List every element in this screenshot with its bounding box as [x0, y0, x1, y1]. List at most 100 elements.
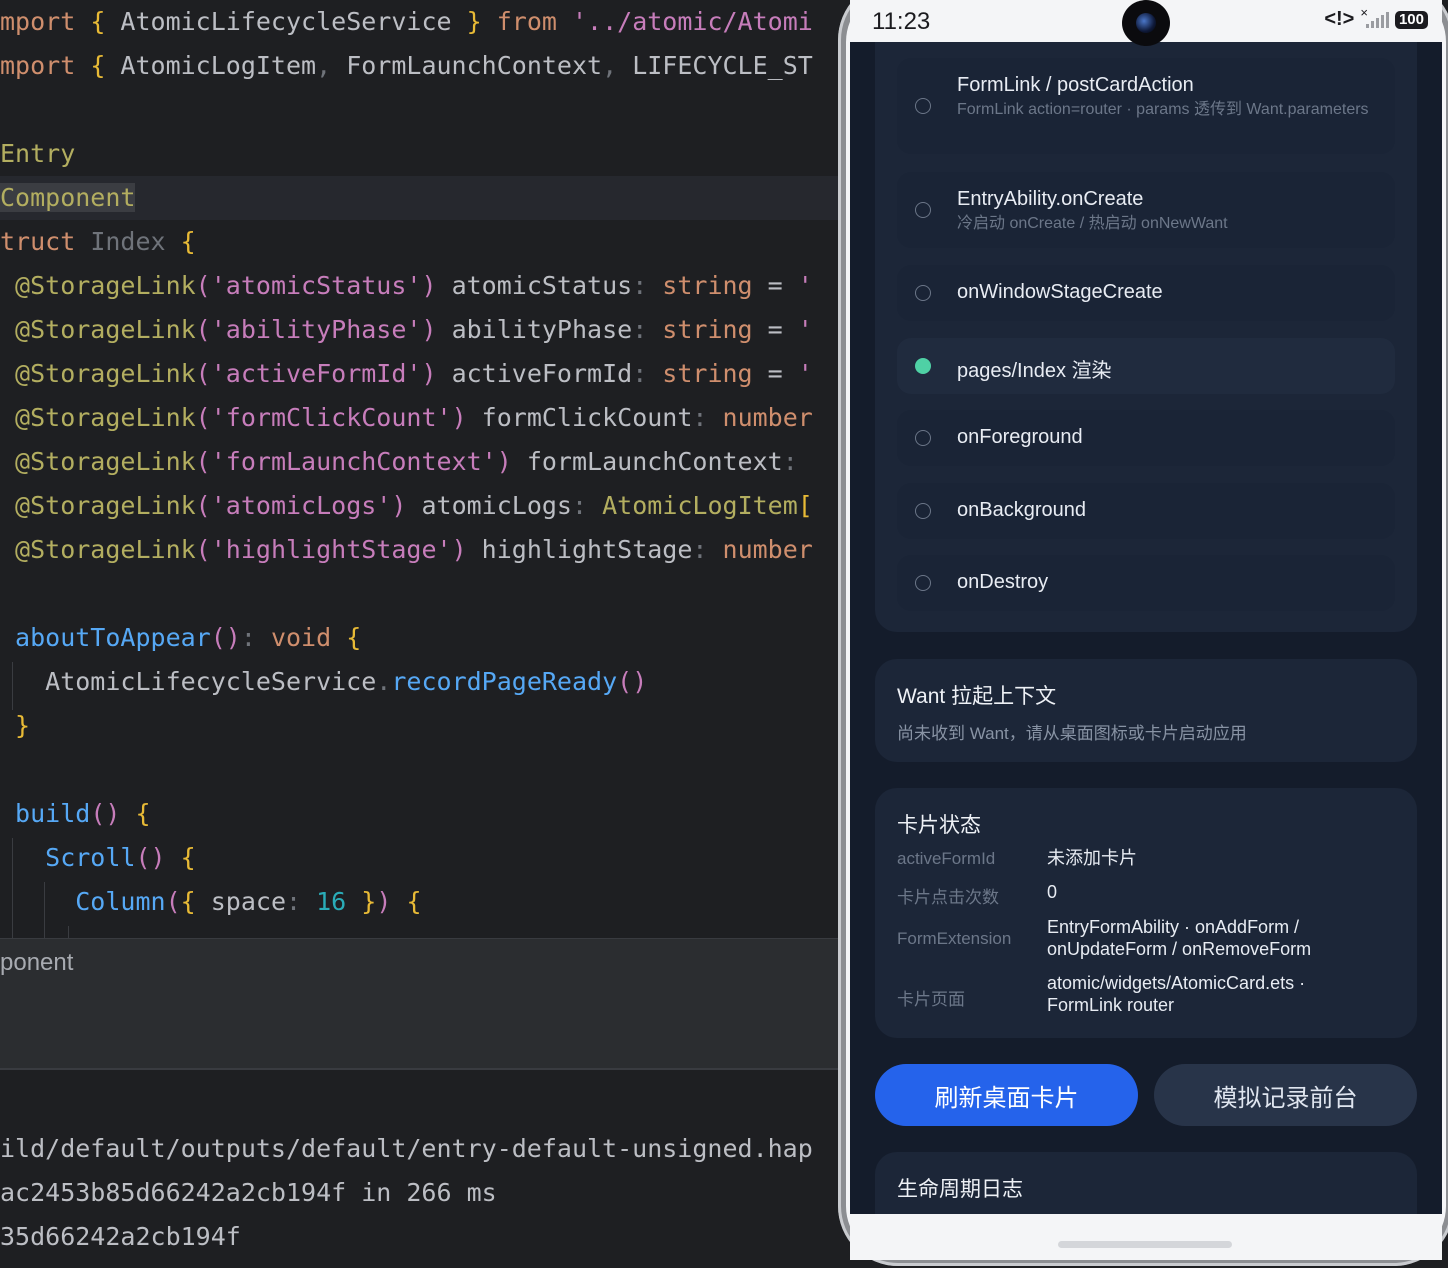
- indent-guide: [12, 838, 13, 938]
- code-token: ): [451, 403, 467, 432]
- phone-screen[interactable]: FormLink / postCardAction FormLink actio…: [850, 0, 1442, 1214]
- code-token: :: [632, 315, 663, 344]
- form-status-card: 卡片状态 activeFormId 未添加卡片 卡片点击次数 0 FormExt…: [875, 788, 1417, 1038]
- code-token: number: [722, 403, 813, 432]
- code-token: (: [195, 315, 211, 344]
- code-token: 'highlightStage': [210, 535, 452, 564]
- stage-title: onDestroy: [957, 571, 1049, 593]
- want-context-card: Want 拉起上下文 尚未收到 Want，请从桌面图标或卡片启动应用: [875, 659, 1417, 762]
- camera-lens-icon: [1136, 13, 1156, 33]
- network-alert-icon: <!>: [1324, 8, 1355, 30]
- breadcrumb-label[interactable]: ponent: [0, 949, 73, 977]
- code-editor[interactable]: mport { AtomicLifecycleService } from '.…: [0, 0, 838, 938]
- signal-bars-icon: [1365, 11, 1389, 28]
- code-token: ): [421, 315, 437, 344]
- code-token: 'atomicStatus': [210, 271, 422, 300]
- code-line[interactable]: build() {: [0, 792, 150, 836]
- build-console[interactable]: ild/default/outputs/default/entry-defaul…: [0, 1070, 838, 1268]
- code-token: {: [180, 843, 196, 872]
- stage-title: onWindowStageCreate: [957, 281, 1163, 303]
- code-token: recordPageReady: [391, 667, 618, 696]
- log-card-title: 生命周期日志: [897, 1178, 1023, 1201]
- stage-row-formlink[interactable]: FormLink / postCardAction FormLink actio…: [897, 58, 1395, 154]
- code-line[interactable]: Entry: [0, 132, 75, 176]
- code-token: }: [0, 711, 31, 740]
- code-line[interactable]: mport { AtomicLifecycleService } from '.…: [0, 0, 813, 44]
- code-token: build: [0, 799, 91, 828]
- home-indicator[interactable]: [1058, 1241, 1232, 1248]
- code-token: ': [797, 271, 813, 300]
- code-token: (: [195, 359, 211, 388]
- stage-row-index-render[interactable]: pages/Index 渲染: [897, 338, 1395, 394]
- status-icons: <!> × 100: [1324, 5, 1428, 31]
- code-line[interactable]: @StorageLink('atomicStatus') atomicStatu…: [0, 264, 813, 308]
- code-token: formLaunchContext: [511, 447, 783, 476]
- simulate-foreground-button[interactable]: 模拟记录前台: [1154, 1064, 1417, 1126]
- code-token: aboutToAppear: [0, 623, 211, 652]
- stage-dot-icon: [915, 285, 931, 301]
- stage-subtitle: 冷启动 onCreate / 热启动 onNewWant: [957, 215, 1228, 232]
- code-line[interactable]: Column({ space: 16 }) {: [0, 880, 421, 924]
- form-row-key: activeFormId: [897, 849, 996, 868]
- code-line[interactable]: Scroll() {: [0, 836, 196, 880]
- code-token: ': [797, 359, 813, 388]
- form-row-value: EntryFormAbility · onAddForm / onUpdateF…: [1047, 917, 1312, 959]
- code-token: ): [421, 271, 437, 300]
- ide-window: mport { AtomicLifecycleService } from '.…: [0, 0, 838, 1268]
- stage-row-onbackground[interactable]: onBackground: [897, 483, 1395, 539]
- code-token: mport: [0, 51, 91, 80]
- code-token: 16: [316, 887, 362, 916]
- code-token: ': [797, 315, 813, 344]
- code-token: ,: [602, 51, 633, 80]
- code-line[interactable]: @StorageLink('formLaunchContext') formLa…: [0, 440, 798, 484]
- code-token: highlightStage: [466, 535, 693, 564]
- code-token: :: [240, 623, 271, 652]
- code-token: (): [210, 623, 241, 652]
- tool-panel-header: [0, 988, 838, 1068]
- code-token: Index: [90, 227, 181, 256]
- code-line[interactable]: @StorageLink('formClickCount') formClick…: [0, 396, 813, 440]
- code-line[interactable]: AtomicLifecycleService.recordPageReady(): [0, 660, 647, 704]
- code-line[interactable]: @StorageLink('highlightStage') highlight…: [0, 528, 813, 572]
- code-token: Column: [0, 887, 166, 916]
- code-token: :: [692, 535, 723, 564]
- code-token: abilityPhase: [436, 315, 633, 344]
- code-line[interactable]: @StorageLink('abilityPhase') abilityPhas…: [0, 308, 813, 352]
- code-line[interactable]: truct Index {: [0, 220, 196, 264]
- code-token: :: [286, 887, 317, 916]
- form-card-title: 卡片状态: [897, 814, 981, 837]
- code-token: ,: [316, 51, 347, 80]
- code-token: LIFECYCLE_ST: [632, 51, 813, 80]
- code-token: :: [692, 403, 723, 432]
- refresh-card-button[interactable]: 刷新桌面卡片: [875, 1064, 1138, 1126]
- code-token: =: [767, 315, 798, 344]
- stage-row-onforeground[interactable]: onForeground: [897, 410, 1395, 466]
- stage-row-oncreate[interactable]: EntryAbility.onCreate 冷启动 onCreate / 热启动…: [897, 172, 1395, 248]
- code-token: ): [421, 359, 437, 388]
- code-token: (: [195, 491, 211, 520]
- code-line[interactable]: }: [0, 704, 30, 748]
- stage-title: pages/Index 渲染: [957, 360, 1112, 382]
- indent-guide: [68, 926, 69, 938]
- stage-title: EntryAbility.onCreate: [957, 188, 1144, 210]
- code-token: ): [391, 491, 407, 520]
- stage-title: FormLink / postCardAction: [957, 74, 1194, 96]
- stage-row-ondestroy[interactable]: onDestroy: [897, 555, 1395, 611]
- code-token: ): [496, 447, 512, 476]
- code-token: @StorageLink: [0, 359, 196, 388]
- code-line[interactable]: @StorageLink('atomicLogs') atomicLogs: A…: [0, 484, 813, 528]
- code-token: atomicStatus: [436, 271, 633, 300]
- stage-row-windowstagecreate[interactable]: onWindowStageCreate: [897, 265, 1395, 321]
- code-line[interactable]: Component: [0, 176, 838, 220]
- code-line[interactable]: @StorageLink('activeFormId') activeFormI…: [0, 352, 813, 396]
- code-token: atomicLogs: [406, 491, 572, 520]
- code-token: (: [165, 887, 181, 916]
- code-token: 'formClickCount': [210, 403, 452, 432]
- code-token: {: [180, 887, 211, 916]
- code-line[interactable]: mport { AtomicLogItem, FormLaunchContext…: [0, 44, 813, 88]
- form-row-key: 卡片页面: [897, 990, 965, 1009]
- code-token: void: [270, 623, 347, 652]
- breadcrumb[interactable]: ponent: [0, 938, 838, 988]
- code-line[interactable]: aboutToAppear(): void {: [0, 616, 361, 660]
- indent-guide: [12, 662, 13, 710]
